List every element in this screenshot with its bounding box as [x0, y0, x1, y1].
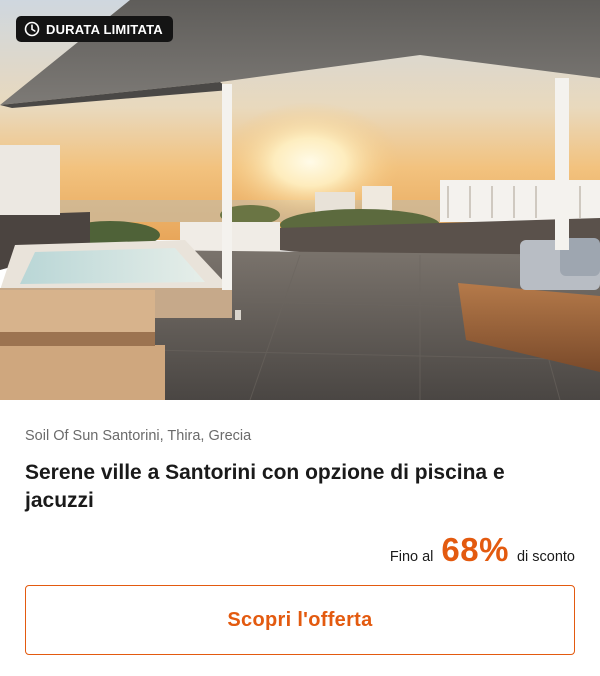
location-text: Soil Of Sun Santorini, Thira, Grecia	[25, 428, 252, 444]
hero-image[interactable]: DURATA LIMITATA	[0, 0, 600, 400]
clock-icon	[24, 21, 40, 37]
limited-time-badge: DURATA LIMITATA	[16, 16, 173, 42]
discount-prefix: Fino al	[389, 549, 434, 565]
discount-percent: 68%	[441, 531, 509, 568]
hero-photo	[0, 0, 600, 400]
offer-card[interactable]: DURATA LIMITATA Soil Of Sun Santorini, T…	[0, 0, 600, 676]
offer-details: Soil Of Sun Santorini, Thira, Grecia Ser…	[0, 400, 600, 655]
discount-suffix: di sconto	[516, 549, 575, 565]
discover-offer-button[interactable]: Scopri l'offerta	[25, 585, 575, 655]
discount-info: Fino al 68% di sconto	[25, 531, 575, 569]
discover-offer-label: Scopri l'offerta	[227, 608, 373, 631]
badge-label: DURATA LIMITATA	[46, 21, 163, 37]
offer-title[interactable]: Serene ville a Santorini con opzione di …	[25, 459, 575, 515]
